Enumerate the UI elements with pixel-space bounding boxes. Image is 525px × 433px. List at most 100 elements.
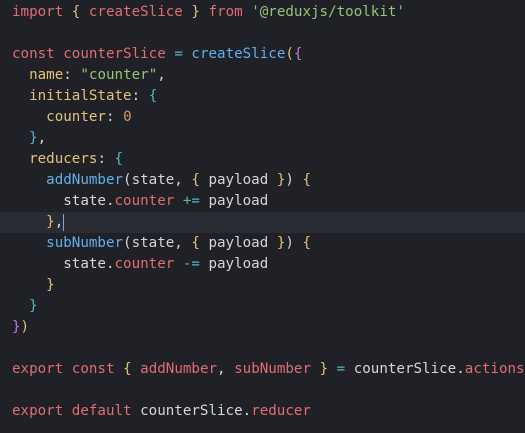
code-token: { — [123, 361, 132, 377]
code-line-content: import { createSlice } from '@reduxjs/to… — [12, 2, 405, 23]
code-token: import — [12, 4, 64, 20]
code-token: "counter" — [80, 67, 158, 83]
code-token: , — [217, 361, 235, 377]
code-token: reducer — [251, 403, 311, 419]
code-token: = — [174, 46, 183, 62]
code-line[interactable]: }, — [12, 128, 46, 149]
code-token: } — [191, 4, 200, 20]
code-line[interactable]: name: "counter", — [12, 65, 166, 86]
code-token: : — [97, 151, 115, 167]
code-token: (state, — [123, 235, 192, 251]
code-token: '@reduxjs/toolkit' — [251, 4, 405, 20]
code-line[interactable]: counter: 0 — [12, 107, 131, 128]
indent-guide — [12, 235, 46, 251]
code-token: from — [208, 4, 243, 20]
code-line-content: state.counter += payload — [12, 191, 268, 212]
indent-guide — [12, 67, 29, 83]
code-line-content: } — [12, 296, 38, 317]
code-line-content: }, — [0, 212, 65, 233]
code-line[interactable]: }) — [12, 317, 29, 338]
code-token: createSlice — [88, 4, 183, 20]
code-token: initialState — [29, 88, 132, 104]
code-line-content: state.counter -= payload — [12, 254, 268, 275]
code-token: state. — [63, 193, 115, 209]
code-token: { — [302, 235, 311, 251]
code-token: reducers — [29, 151, 98, 167]
code-token: actions — [464, 361, 525, 377]
indent-guide — [12, 172, 46, 188]
code-token: createSlice — [191, 46, 286, 62]
code-line[interactable]: const counterSlice = createSlice({ — [12, 44, 302, 65]
code-line-content: counter: 0 — [12, 107, 131, 128]
code-token: : — [105, 109, 124, 125]
code-token: state. — [63, 256, 115, 272]
code-token: ) — [20, 319, 30, 335]
code-line-content: initialState: { — [12, 86, 157, 107]
code-token: export — [12, 361, 64, 377]
code-token: payload — [199, 172, 277, 188]
code-line[interactable]: import { createSlice } from '@reduxjs/to… — [12, 2, 405, 23]
indent-guide — [12, 151, 29, 167]
indent-guide — [12, 214, 46, 230]
code-token: } — [12, 319, 21, 335]
code-token: default — [71, 403, 132, 419]
code-token: ) — [285, 235, 303, 251]
code-token: { — [302, 172, 311, 188]
code-line[interactable]: export const { addNumber, subNumber } = … — [12, 359, 525, 380]
code-line[interactable]: state.counter -= payload — [12, 254, 268, 275]
code-token: payload — [199, 193, 269, 209]
indent-guide — [12, 277, 46, 293]
text-cursor — [63, 213, 65, 231]
code-token: { — [114, 151, 124, 167]
code-token: ) — [285, 172, 303, 188]
code-line-content: addNumber(state, { payload }) { — [12, 170, 311, 191]
code-token: export — [12, 403, 64, 419]
code-line[interactable]: reducers: { — [12, 149, 123, 170]
code-token: { — [293, 46, 303, 62]
code-token: addNumber — [140, 361, 218, 377]
code-line[interactable]: subNumber(state, { payload }) { — [12, 233, 311, 254]
indent-guide — [12, 88, 29, 104]
code-line[interactable]: initialState: { — [12, 86, 157, 107]
code-token: name — [29, 67, 64, 83]
indent-guide — [12, 193, 63, 209]
code-token: payload — [199, 235, 277, 251]
code-line[interactable]: state.counter += payload — [12, 191, 268, 212]
code-token: { — [191, 235, 200, 251]
code-token: counter — [114, 256, 175, 272]
code-token: : — [63, 67, 81, 83]
code-line[interactable]: } — [12, 296, 38, 317]
code-line[interactable]: export default counterSlice.reducer — [12, 401, 311, 422]
code-token: counterSlice. — [345, 361, 465, 377]
code-line[interactable]: } — [12, 275, 55, 296]
code-line[interactable]: }, — [0, 212, 525, 233]
code-line-content: const counterSlice = createSlice({ — [12, 44, 302, 65]
code-line-content: }, — [12, 128, 46, 149]
code-token: } — [46, 277, 55, 293]
code-editor[interactable]: import { createSlice } from '@reduxjs/to… — [0, 0, 525, 433]
code-token: } — [29, 298, 38, 314]
code-line-content: } — [12, 275, 55, 296]
code-line-content: subNumber(state, { payload }) { — [12, 233, 311, 254]
code-line-content: export default counterSlice.reducer — [12, 401, 311, 422]
code-token: -= — [182, 256, 200, 272]
code-line-content: export const { addNumber, subNumber } = … — [12, 359, 525, 380]
indent-guide — [12, 109, 46, 125]
code-token: payload — [199, 256, 269, 272]
code-token: addNumber — [46, 172, 124, 188]
code-line[interactable]: addNumber(state, { payload }) { — [12, 170, 311, 191]
code-token: ( — [285, 46, 294, 62]
code-token: subNumber — [234, 361, 311, 377]
code-token: : — [131, 88, 149, 104]
code-token: { — [191, 172, 200, 188]
code-token: (state, — [123, 172, 192, 188]
